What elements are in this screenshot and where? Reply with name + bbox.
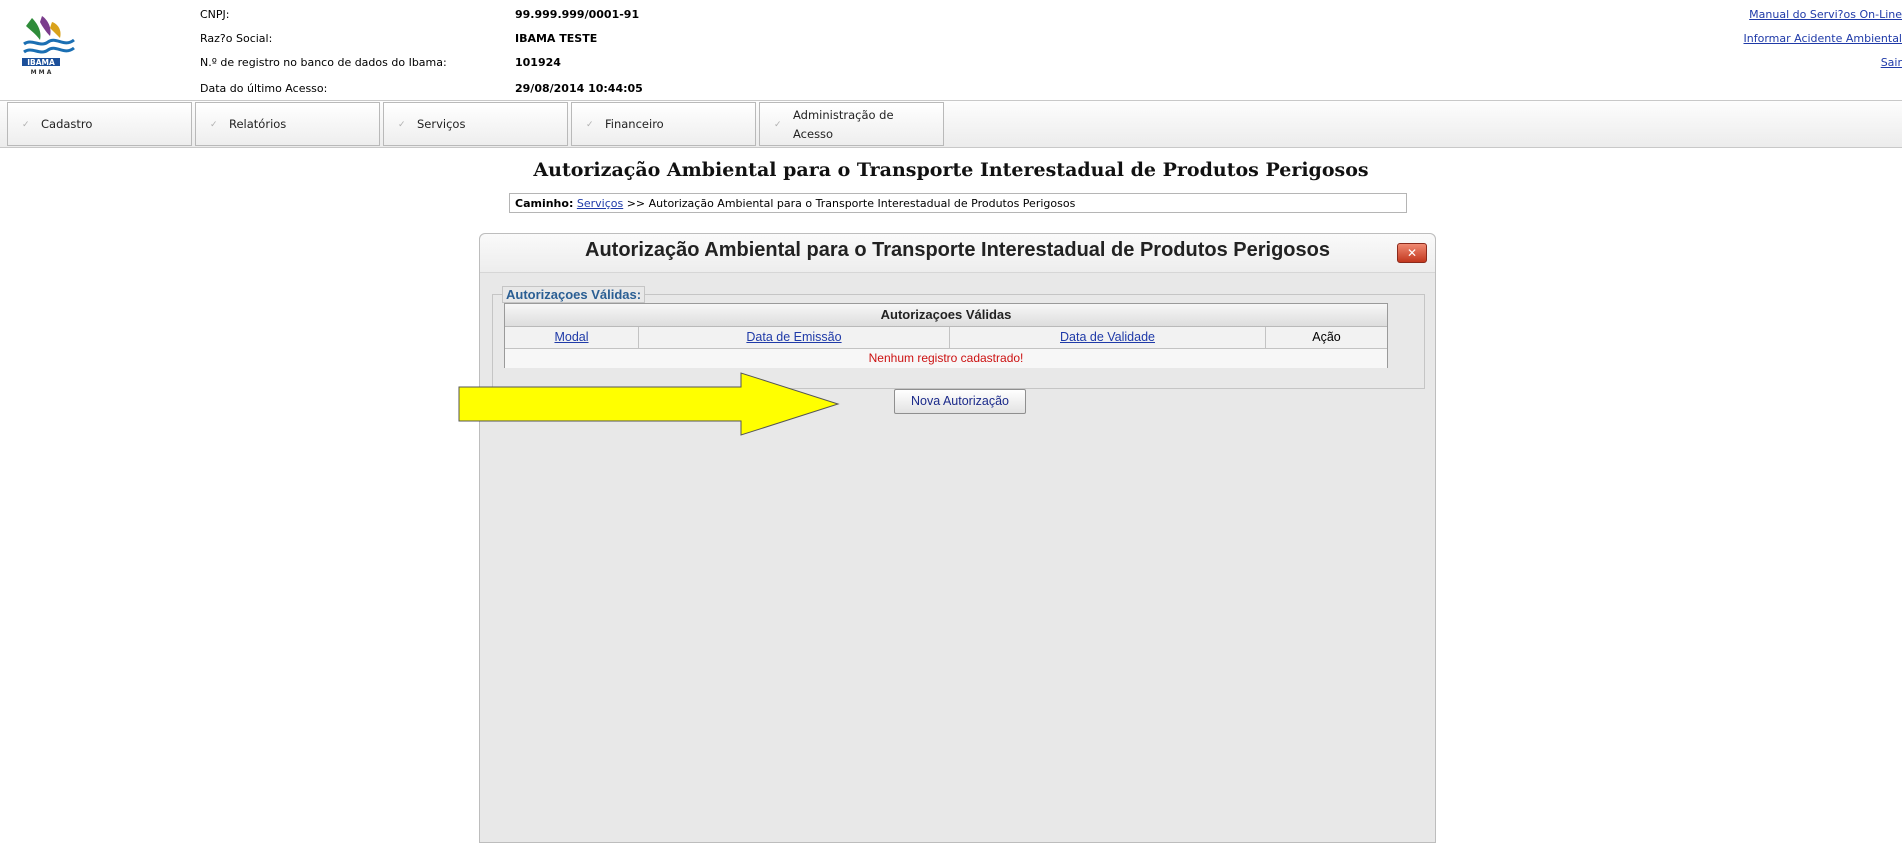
dialog-titlebar: Autorização Ambiental para o Transporte … xyxy=(480,234,1435,273)
menu-cadastro[interactable]: ✓ Cadastro xyxy=(7,102,192,146)
razao-social-value: IBAMA TESTE xyxy=(515,32,597,45)
close-icon: ✕ xyxy=(1407,246,1417,260)
svg-text:IBAMA: IBAMA xyxy=(27,58,55,67)
authorizations-table: Autorizaçoes Válidas Modal Data de Emiss… xyxy=(504,303,1388,368)
table-caption: Autorizaçoes Válidas xyxy=(505,304,1387,327)
close-button[interactable]: ✕ xyxy=(1397,243,1427,263)
nova-autorizacao-button[interactable]: Nova Autorização xyxy=(894,389,1026,414)
cnpj-label: CNPJ: xyxy=(200,8,230,21)
fieldset-legend: Autorizaçoes Válidas: xyxy=(502,286,645,303)
ibama-logo-icon: IBAMA M M A xyxy=(18,14,90,76)
arrow-annotation-icon xyxy=(458,372,858,436)
manual-link[interactable]: Manual do Servi?os On-Line xyxy=(1749,8,1902,21)
menu-financeiro[interactable]: ✓ Financeiro xyxy=(571,102,756,146)
breadcrumb-link-servicos[interactable]: Serviços xyxy=(577,197,623,210)
razao-social-label: Raz?o Social: xyxy=(200,32,272,45)
page-title: Autorização Ambiental para o Transporte … xyxy=(0,159,1902,181)
column-data-validade[interactable]: Data de Validade xyxy=(950,327,1266,348)
ultimo-acesso-value: 29/08/2014 10:44:05 xyxy=(515,82,643,95)
menu-servicos[interactable]: ✓ Serviços xyxy=(383,102,568,146)
cnpj-value: 99.999.999/0001-91 xyxy=(515,8,639,21)
breadcrumb-prefix: Caminho: xyxy=(515,197,573,210)
informar-acidente-link[interactable]: Informar Acidente Ambiental xyxy=(1744,32,1902,45)
authorization-dialog: Autorização Ambiental para o Transporte … xyxy=(479,233,1436,843)
breadcrumb: Caminho: Serviços >> Autorização Ambient… xyxy=(509,193,1407,213)
chevron-icon: ✓ xyxy=(22,120,30,130)
column-acao: Ação xyxy=(1266,327,1387,348)
chevron-icon: ✓ xyxy=(210,120,218,130)
svg-text:M M A: M M A xyxy=(31,69,52,76)
menu-administracao-acesso[interactable]: ✓ Administração de Acesso xyxy=(759,102,944,146)
chevron-icon: ✓ xyxy=(398,120,406,130)
main-menu: ✓ Cadastro ✓ Relatórios ✓ Serviços ✓ Fin… xyxy=(0,100,1902,148)
dialog-title: Autorização Ambiental para o Transporte … xyxy=(480,239,1435,262)
ultimo-acesso-label: Data do último Acesso: xyxy=(200,82,327,95)
chevron-icon: ✓ xyxy=(586,120,594,130)
empty-message: Nenhum registro cadastrado! xyxy=(505,348,1387,368)
breadcrumb-current: >> Autorização Ambiental para o Transpor… xyxy=(623,197,1075,210)
chevron-icon: ✓ xyxy=(774,120,782,130)
sair-link[interactable]: Sair xyxy=(1881,56,1902,69)
menu-relatorios[interactable]: ✓ Relatórios xyxy=(195,102,380,146)
registro-value: 101924 xyxy=(515,56,561,69)
column-data-emissao[interactable]: Data de Emissão xyxy=(639,327,950,348)
column-modal[interactable]: Modal xyxy=(505,327,639,348)
registro-label: N.º de registro no banco de dados do Iba… xyxy=(200,56,447,69)
